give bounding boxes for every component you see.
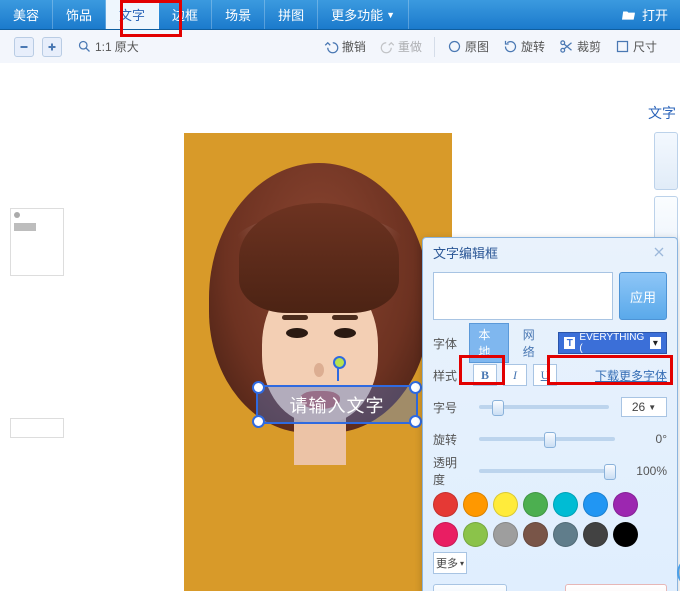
italic-button[interactable]: I: [503, 364, 527, 386]
menubar: 美容 饰品 文字 边框 场景 拼图 更多功能▼ 打开: [0, 0, 680, 30]
folder-open-icon: [621, 8, 637, 22]
delete-text-button[interactable]: 删除本文字: [565, 584, 667, 591]
rotate-handle[interactable]: [337, 365, 339, 381]
rotate-label: 旋转: [433, 431, 467, 448]
font-selected-name: EVERYTHING (: [579, 332, 645, 354]
zoom-original-label: 原大: [115, 38, 139, 55]
color-swatch[interactable]: [493, 522, 518, 547]
opacity-slider[interactable]: [479, 469, 615, 473]
zoom-ratio: 1:1: [95, 40, 112, 54]
advanced-button[interactable]: 高级设置: [433, 584, 507, 591]
open-button[interactable]: 打开: [609, 0, 680, 29]
rotate-icon: [503, 39, 518, 54]
redo-button[interactable]: 重做: [380, 38, 422, 55]
magnifier-icon: [77, 39, 92, 54]
size-select[interactable]: 26▼: [621, 397, 667, 417]
right-tab-1[interactable]: [654, 132, 678, 190]
menu-tab-more[interactable]: 更多功能▼: [318, 0, 409, 29]
menu-tab-border[interactable]: 边框: [159, 0, 212, 29]
zoom-in-button[interactable]: [42, 37, 62, 57]
menu-tab-text[interactable]: 文字: [106, 0, 159, 29]
resize-handle-bl[interactable]: [252, 415, 265, 428]
plus-icon: [46, 41, 58, 53]
dialog-title: 文字编辑框: [433, 243, 498, 262]
minus-icon: [18, 41, 30, 53]
rotate-button[interactable]: 旋转: [503, 38, 545, 55]
chevron-down-icon: ▾: [650, 337, 661, 349]
chevron-down-icon: ▼: [386, 10, 395, 20]
thumbnail-panel[interactable]: [10, 208, 64, 276]
apply-button[interactable]: 应用: [619, 272, 667, 320]
undo-icon: [324, 39, 339, 54]
style-label: 样式: [433, 367, 467, 384]
right-side-tabs: [652, 126, 680, 236]
font-select[interactable]: T EVERYTHING ( ▾: [558, 332, 667, 354]
color-swatch[interactable]: [523, 492, 548, 517]
color-swatch[interactable]: [553, 492, 578, 517]
font-source-local[interactable]: 本地: [469, 323, 508, 363]
font-label: 字体: [433, 335, 463, 352]
original-icon: [447, 39, 462, 54]
toolbar: 1:1 原大 撤销 重做 原图 旋转 裁剪 尺寸: [0, 30, 680, 64]
text-input[interactable]: [433, 272, 613, 320]
right-label-text: 文字: [648, 103, 676, 123]
color-swatch[interactable]: [463, 522, 488, 547]
size-button[interactable]: 尺寸: [615, 38, 657, 55]
size-slider[interactable]: [479, 405, 609, 409]
color-swatch[interactable]: [553, 522, 578, 547]
zoom-out-button[interactable]: [14, 37, 34, 57]
color-swatch[interactable]: [583, 522, 608, 547]
zoom-actual-button[interactable]: 1:1 原大: [77, 38, 139, 55]
opacity-label: 透明度: [433, 454, 467, 488]
crop-button[interactable]: 裁剪: [559, 38, 601, 55]
resize-icon: [615, 39, 630, 54]
download-fonts-link[interactable]: 下载更多字体: [595, 367, 667, 384]
color-swatch[interactable]: [463, 492, 488, 517]
menu-tab-decor[interactable]: 饰品: [53, 0, 106, 29]
color-swatch[interactable]: [433, 492, 458, 517]
bold-button[interactable]: B: [473, 364, 497, 386]
close-icon[interactable]: [651, 244, 667, 260]
size-label: 字号: [433, 399, 467, 416]
chevron-down-icon: ▼: [648, 403, 656, 412]
opacity-value: 100%: [627, 464, 667, 478]
rotate-slider[interactable]: [479, 437, 615, 441]
underline-button[interactable]: U: [533, 364, 557, 386]
menu-tab-scene[interactable]: 场景: [212, 0, 265, 29]
color-swatch[interactable]: [613, 522, 638, 547]
rotate-value: 0°: [627, 432, 667, 446]
resize-handle-tl[interactable]: [252, 381, 265, 394]
workspace: 请输入文字 文字 文字编辑框 应用 字体 本地 网络 T: [0, 63, 680, 591]
menu-tab-collage[interactable]: 拼图: [265, 0, 318, 29]
scissors-icon: [559, 39, 574, 54]
more-colors-button[interactable]: 更多▾: [433, 552, 467, 574]
text-selection-box[interactable]: 请输入文字: [256, 385, 418, 424]
font-source-online[interactable]: 网络: [515, 324, 552, 362]
menu-tab-beauty[interactable]: 美容: [0, 0, 53, 29]
color-swatch[interactable]: [583, 492, 608, 517]
color-swatch[interactable]: [433, 522, 458, 547]
canvas[interactable]: [184, 133, 452, 591]
thumbnail-panel-2[interactable]: [10, 418, 64, 438]
text-edit-dialog: 文字编辑框 应用 字体 本地 网络 T EVERYTHING ( ▾ 样式 B: [422, 237, 678, 591]
color-swatch[interactable]: [493, 492, 518, 517]
resize-handle-tr[interactable]: [409, 381, 422, 394]
original-image-button[interactable]: 原图: [447, 38, 489, 55]
color-swatch[interactable]: [523, 522, 548, 547]
text-glyph-icon: T: [564, 337, 575, 349]
resize-handle-br[interactable]: [409, 415, 422, 428]
text-placeholder: 请输入文字: [290, 392, 385, 418]
redo-icon: [380, 39, 395, 54]
undo-button[interactable]: 撤销: [324, 38, 366, 55]
color-swatches: 更多▾: [433, 492, 667, 574]
color-swatch[interactable]: [613, 492, 638, 517]
